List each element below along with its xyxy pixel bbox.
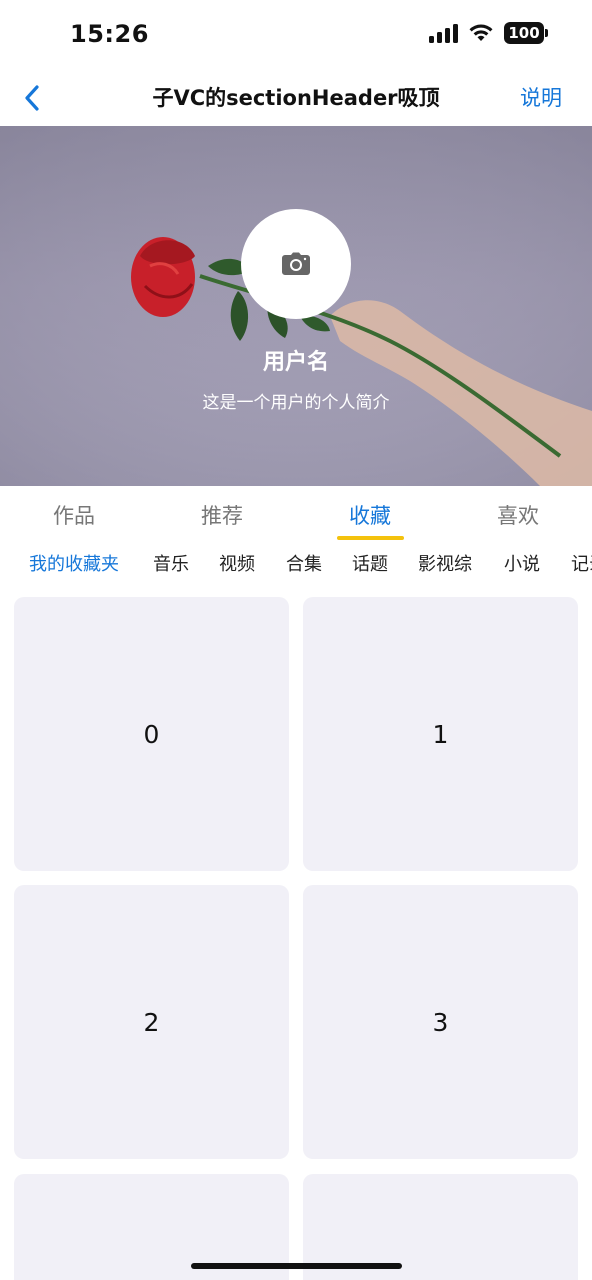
grid-item[interactable]: 3 — [303, 885, 578, 1159]
battery-level: 100 — [504, 22, 544, 44]
camera-icon — [282, 252, 310, 275]
subtab-my-folders[interactable]: 我的收藏夹 — [29, 550, 119, 576]
grid-item[interactable]: 0 — [14, 597, 289, 871]
profile-header: 用户名 这是一个用户的个人简介 — [0, 126, 592, 486]
battery-icon: 100 — [504, 22, 548, 44]
grid-item[interactable]: 1 — [303, 597, 578, 871]
status-icons: 100 — [429, 22, 548, 44]
sub-tab-bar[interactable]: 我的收藏夹 音乐 视频 合集 话题 影视综 小说 记录 — [0, 542, 592, 584]
subtab-video[interactable]: 视频 — [219, 550, 255, 576]
main-tab-bar: 作品 推荐 收藏 喜欢 — [0, 486, 592, 542]
home-indicator — [191, 1263, 402, 1269]
grid-item[interactable]: 2 — [14, 885, 289, 1159]
screen: 15:26 100 子VC的sectionHeader吸顶 说明 用户名 这是一… — [0, 0, 592, 1280]
tab-works[interactable]: 作品 — [0, 500, 148, 530]
subtab-film-tv[interactable]: 影视综 — [418, 550, 472, 576]
page-title: 子VC的sectionHeader吸顶 — [152, 86, 440, 110]
avatar-button[interactable] — [241, 209, 351, 319]
signal-icon — [429, 23, 458, 43]
subtab-topics[interactable]: 话题 — [352, 550, 388, 576]
tab-favorites[interactable]: 收藏 — [296, 500, 444, 530]
tab-recommend[interactable]: 推荐 — [148, 500, 296, 530]
user-bio: 这是一个用户的个人简介 — [202, 393, 390, 413]
subtab-novels[interactable]: 小说 — [504, 550, 540, 576]
subtab-collections[interactable]: 合集 — [286, 550, 322, 576]
navigation-bar: 子VC的sectionHeader吸顶 说明 — [0, 70, 592, 126]
status-bar: 15:26 100 — [0, 0, 592, 70]
tab-likes[interactable]: 喜欢 — [444, 500, 592, 530]
subtab-records[interactable]: 记录 — [571, 550, 592, 576]
status-time: 15:26 — [70, 20, 149, 48]
username: 用户名 — [262, 350, 329, 375]
info-button[interactable]: 说明 — [520, 82, 562, 112]
wifi-icon — [469, 24, 493, 41]
subtab-music[interactable]: 音乐 — [153, 550, 189, 576]
tab-indicator — [337, 536, 404, 540]
